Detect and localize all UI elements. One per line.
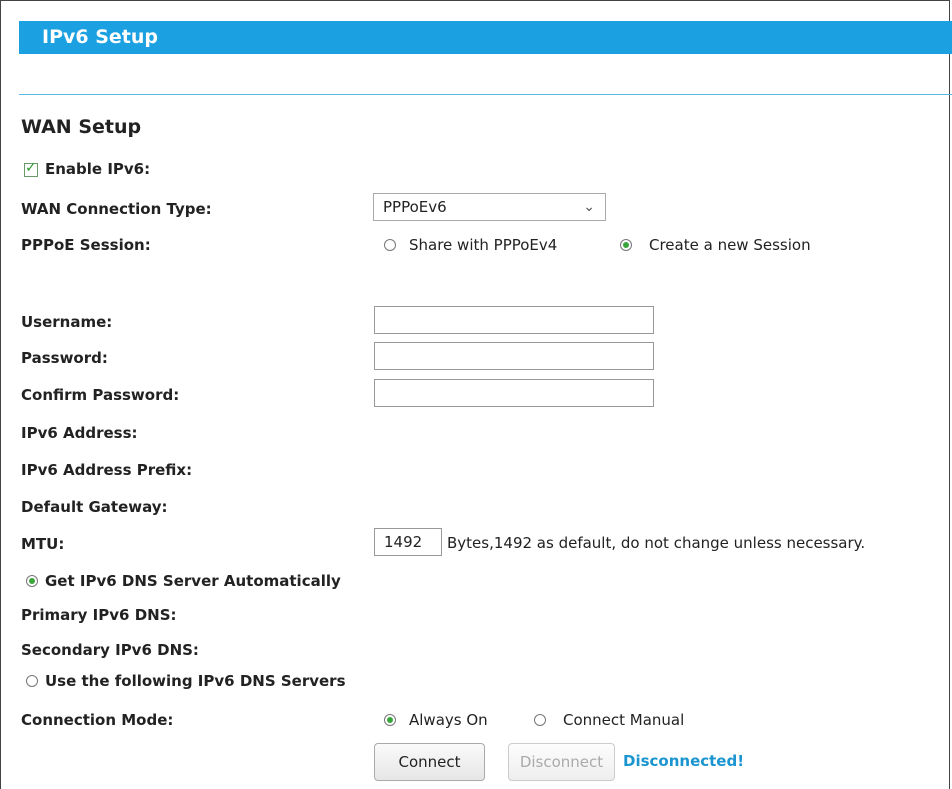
connection-status: Disconnected! [623,752,745,770]
pppoe-session-label: PPPoE Session: [21,236,151,254]
dns-manual-label: Use the following IPv6 DNS Servers [45,672,346,690]
section-title: WAN Setup [21,116,142,138]
checkmark-icon: ✓ [25,160,37,176]
disconnect-button[interactable]: Disconnect [508,743,615,781]
connect-manual-label: Connect Manual [563,711,685,729]
dns-auto-label: Get IPv6 DNS Server Automatically [45,572,341,590]
always-on-label: Always On [409,711,488,729]
create-new-session-label: Create a new Session [649,236,811,254]
username-label: Username: [21,313,113,331]
default-gateway-label: Default Gateway: [21,498,168,516]
username-input[interactable] [374,306,654,334]
ipv6-prefix-label: IPv6 Address Prefix: [21,461,193,479]
dns-manual-radio[interactable] [26,675,38,687]
always-on-radio[interactable] [384,714,396,726]
page-title: IPv6 Setup [19,21,952,54]
wan-connection-type-value: PPPoEv6 [383,198,447,216]
connection-mode-label: Connection Mode: [21,711,174,729]
chevron-down-icon: ⌄ [583,199,595,215]
wan-connection-type-select[interactable]: PPPoEv6 ⌄ [373,193,606,221]
mtu-note: Bytes,1492 as default, do not change unl… [447,534,866,552]
confirm-password-input[interactable] [374,379,654,407]
enable-ipv6-label: Enable IPv6: [45,160,151,178]
dns-auto-radio[interactable] [26,575,38,587]
password-label: Password: [21,349,108,367]
connect-manual-radio[interactable] [534,714,546,726]
connect-button[interactable]: Connect [374,743,485,781]
title-divider [19,94,952,95]
ipv6-address-label: IPv6 Address: [21,424,138,442]
confirm-password-label: Confirm Password: [21,386,180,404]
share-pppoev4-label: Share with PPPoEv4 [409,236,558,254]
password-input[interactable] [374,342,654,370]
wan-connection-type-label: WAN Connection Type: [21,200,212,218]
secondary-dns-label: Secondary IPv6 DNS: [21,641,199,659]
enable-ipv6-checkbox[interactable]: ✓ [24,160,38,177]
primary-dns-label: Primary IPv6 DNS: [21,606,177,624]
mtu-label: MTU: [21,535,65,553]
share-pppoev4-radio[interactable] [384,239,396,251]
create-new-session-radio[interactable] [620,239,632,251]
mtu-input[interactable]: 1492 [374,528,442,556]
